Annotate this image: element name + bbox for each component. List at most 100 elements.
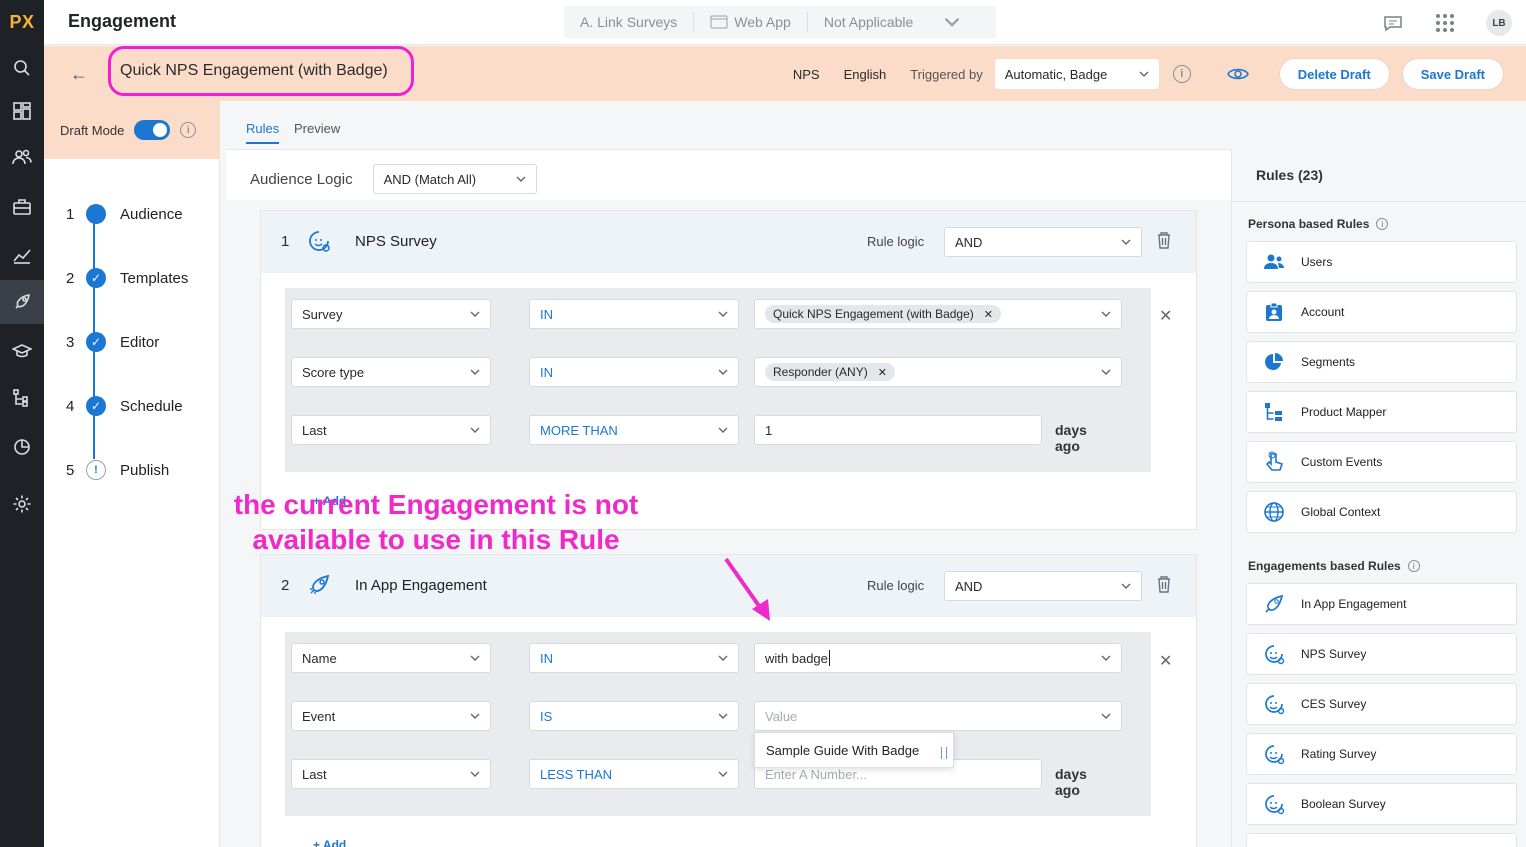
chip-label: Quick NPS Engagement (with Badge)	[773, 307, 974, 321]
rule-logic-select[interactable]: AND	[944, 571, 1142, 601]
remove-chip-icon[interactable]: ✕	[878, 366, 887, 379]
apps-grid-icon[interactable]	[1434, 12, 1456, 34]
condition-operator-select[interactable]: IS	[529, 701, 739, 731]
typed-value: with badge	[765, 650, 830, 666]
delete-draft-button[interactable]: Delete Draft	[1278, 58, 1390, 90]
back-arrow-icon[interactable]: ←	[70, 64, 88, 85]
engagement-language[interactable]: English	[844, 67, 887, 82]
save-draft-button[interactable]: Save Draft	[1401, 58, 1504, 90]
education-icon[interactable]	[0, 329, 44, 373]
segments-pie-icon	[1265, 353, 1283, 370]
remove-conditions-icon[interactable]: ✕	[1159, 306, 1172, 326]
condition-value-select[interactable]: Quick NPS Engagement (with Badge) ✕	[754, 299, 1122, 329]
trash-icon[interactable]	[1156, 231, 1172, 249]
channel-selector[interactable]: Web App	[694, 12, 808, 32]
boolean-survey-icon	[1265, 795, 1285, 815]
trash-icon[interactable]	[1156, 575, 1172, 593]
nps-survey-icon	[1265, 645, 1285, 665]
rule-card-global-context[interactable]: Global Context	[1246, 491, 1517, 533]
condition-field-select[interactable]: Score type	[291, 357, 491, 387]
step-templates[interactable]: 2 ✓ Templates	[66, 268, 188, 288]
search-icon[interactable]	[0, 46, 44, 90]
rule-card-product-mapper[interactable]: Product Mapper	[1246, 391, 1517, 433]
rule-card-users[interactable]: Users	[1246, 241, 1517, 283]
reports-pie-icon[interactable]	[0, 425, 44, 469]
rule-card-segments[interactable]: Segments	[1246, 341, 1517, 383]
environment-label: Not Applicable	[823, 14, 914, 30]
rule-card-in-app-engagement[interactable]: In App Engagement	[1246, 583, 1517, 625]
chevron-down-icon	[1101, 713, 1111, 719]
rule-card-custom-events[interactable]: Custom Events	[1246, 441, 1517, 483]
preview-eye-icon[interactable]	[1226, 66, 1249, 82]
condition-operator-select[interactable]: MORE THAN	[529, 415, 739, 445]
tab-rules[interactable]: Rules	[246, 121, 280, 144]
people-icon[interactable]	[0, 135, 44, 179]
info-icon[interactable]: i	[1376, 218, 1389, 230]
suggestion-option[interactable]: Sample Guide With Badge	[754, 732, 954, 768]
engagement-name[interactable]: Quick NPS Engagement (with Badge)	[108, 46, 414, 96]
rocket-icon	[310, 574, 330, 594]
step-audience[interactable]: 1 Audience	[66, 204, 183, 224]
step-editor[interactable]: 3 ✓ Editor	[66, 332, 159, 352]
rule-number: 1	[281, 233, 290, 250]
step-publish[interactable]: 5 ! Publish	[66, 460, 169, 480]
condition-value-select[interactable]: Responder (ANY) ✕	[754, 357, 1122, 387]
remove-chip-icon[interactable]: ✕	[984, 308, 993, 321]
audience-logic-value: AND (Match All)	[383, 171, 477, 187]
info-icon[interactable]: i	[1407, 560, 1420, 572]
px-logo[interactable]: PX	[0, 0, 44, 44]
condition-operator-select[interactable]: LESS THAN	[529, 759, 739, 789]
condition-field-select[interactable]: Event	[291, 701, 491, 731]
condition-field-select[interactable]: Last	[291, 759, 491, 789]
rule-card-nps-survey[interactable]: NPS Survey	[1246, 633, 1517, 675]
condition-operator-select[interactable]: IN	[529, 299, 739, 329]
rule-card-account[interactable]: Account	[1246, 291, 1517, 333]
step-label: Schedule	[120, 397, 183, 415]
analytics-icon[interactable]	[0, 233, 44, 277]
audience-logic-select[interactable]: AND (Match All)	[372, 164, 537, 194]
condition-operator: LESS THAN	[540, 766, 613, 782]
section-title: Persona based Rules	[1248, 217, 1370, 231]
check-icon: ✓	[86, 396, 106, 416]
engagement-name-search[interactable]: with badge	[754, 643, 1122, 673]
rule-logic-select[interactable]: AND	[944, 227, 1142, 257]
web-app-icon	[710, 15, 728, 29]
rule-card-rating-survey[interactable]: Rating Survey	[1246, 733, 1517, 775]
rule-card-boolean-survey[interactable]: Boolean Survey	[1246, 783, 1517, 825]
user-avatar[interactable]: LB	[1486, 10, 1512, 36]
remove-conditions-icon[interactable]: ✕	[1159, 651, 1172, 671]
dashboard-icon[interactable]	[0, 89, 44, 133]
rule-name: NPS Survey	[355, 233, 437, 250]
engagement-rocket-icon[interactable]	[0, 280, 44, 324]
condition-operator-select[interactable]: IN	[529, 357, 739, 387]
value-chip: Responder (ANY) ✕	[765, 363, 895, 381]
context-selector[interactable]: A. Link Surveys Web App Not Applicable	[564, 6, 996, 38]
draft-mode-toggle[interactable]	[134, 120, 171, 140]
condition-field-select[interactable]: Survey	[291, 299, 491, 329]
triggered-by-select[interactable]: Automatic, Badge	[994, 59, 1159, 89]
rule-card-ces-survey[interactable]: CES Survey	[1246, 683, 1517, 725]
product-selector[interactable]: A. Link Surveys	[564, 12, 695, 32]
engagement-header: ← Quick NPS Engagement (with Badge) NPS …	[44, 46, 1526, 101]
settings-gear-icon[interactable]	[0, 482, 44, 526]
condition-field-select[interactable]: Last	[291, 415, 491, 445]
tab-preview[interactable]: Preview	[294, 121, 340, 136]
rule-card-partial[interactable]	[1246, 833, 1517, 847]
condition-operator: IN	[540, 306, 553, 322]
info-icon[interactable]: i	[180, 122, 197, 138]
product-mapper-icon[interactable]	[0, 376, 44, 420]
custom-events-pointer-icon	[1265, 451, 1284, 471]
rocket-icon	[1265, 594, 1284, 613]
event-value-select[interactable]: Value	[754, 701, 1122, 731]
rules-library-panel: Rules (23) Persona based Rules i Users A…	[1231, 149, 1526, 847]
briefcase-icon[interactable]	[0, 185, 44, 229]
chat-icon[interactable]	[1382, 12, 1404, 34]
condition-field-select[interactable]: Name	[291, 643, 491, 673]
environment-selector[interactable]: Not Applicable	[808, 12, 984, 32]
add-condition-button[interactable]: + Add	[313, 838, 346, 847]
condition-operator-select[interactable]: IN	[529, 643, 739, 673]
info-icon[interactable]: i	[1172, 65, 1191, 83]
product-mapper-icon	[1265, 403, 1282, 421]
step-schedule[interactable]: 4 ✓ Schedule	[66, 396, 183, 416]
days-input[interactable]: 1	[754, 415, 1042, 445]
